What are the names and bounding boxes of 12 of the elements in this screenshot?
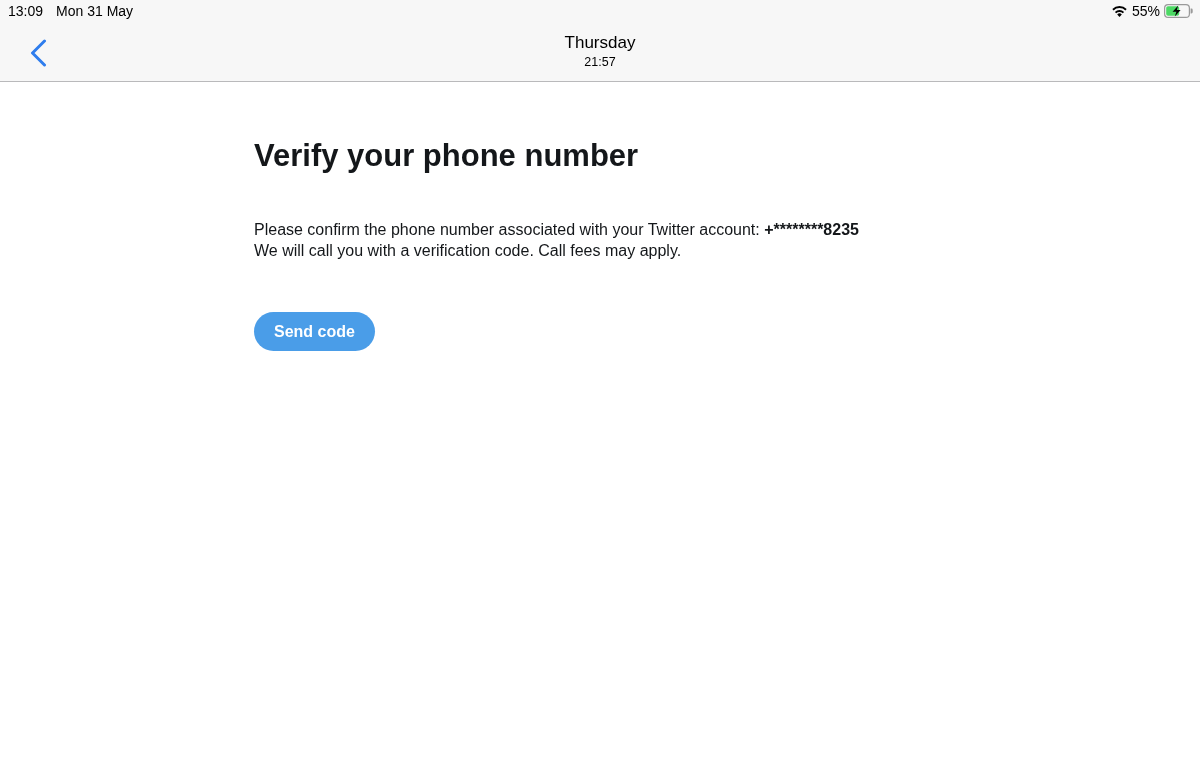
battery-charging-icon [1164,4,1193,18]
confirmation-message: Please confirm the phone number associated with your Twitter account: +********8235 [254,220,860,240]
back-button[interactable] [29,38,47,67]
wifi-icon [1110,5,1128,17]
status-time: 13:09 [8,1,44,21]
send-code-button[interactable]: Send code [254,312,375,351]
nav-title: Thursday [564,33,636,53]
battery-percentage: 55% [1131,1,1160,21]
status-date: Mon 31 May [56,1,134,21]
call-notice: We will call you with a verification code. Call fees may apply. [254,241,683,261]
page-heading: Verify your phone number [254,137,640,175]
nav-subtitle: 21:57 [584,54,616,70]
